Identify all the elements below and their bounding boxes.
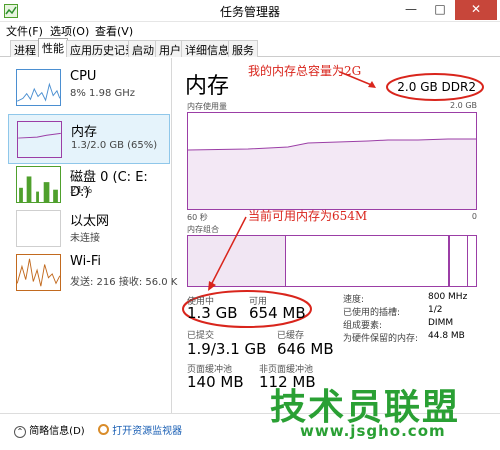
sidebar-item-cpu[interactable]: CPU 8% 1.98 GHz bbox=[8, 63, 170, 113]
reserved-value: 44.8 MB bbox=[428, 331, 465, 341]
chevron-up-icon: ⌃ bbox=[14, 426, 26, 438]
available-value: 654 MB bbox=[249, 304, 306, 322]
slots-value: 1/2 bbox=[428, 305, 443, 315]
menu-file[interactable]: 文件(F) bbox=[6, 23, 43, 39]
usage-max: 2.0 GB bbox=[450, 101, 477, 110]
in-use-value: 1.3 GB bbox=[187, 304, 238, 322]
cpu-thumbnail-graph bbox=[16, 69, 61, 106]
sidebar-item-wifi[interactable]: Wi-Fi 发送: 216 接收: 56.0 K bbox=[8, 248, 177, 298]
sidebar-memory-title: 内存 bbox=[71, 125, 98, 140]
time-end: 0 bbox=[471, 212, 477, 221]
paged-value: 140 MB bbox=[187, 373, 244, 391]
open-resource-monitor-link[interactable]: 打开资源监视器 bbox=[98, 422, 182, 437]
form-factor-label: 组成要素: bbox=[343, 321, 383, 331]
sidebar-cpu-sub: 8% 1.98 GHz bbox=[70, 88, 136, 99]
wifi-thumbnail-graph bbox=[16, 254, 61, 291]
memory-thumbnail-graph bbox=[17, 121, 62, 158]
sidebar-ethernet-title: 以太网 bbox=[70, 214, 110, 229]
menu-view[interactable]: 查看(V) bbox=[95, 23, 133, 39]
tab-strip: 进程 性能 应用历史记录 启动 用户 详细信息 服务 bbox=[0, 38, 500, 57]
minimize-button[interactable]: — bbox=[397, 0, 425, 20]
composition-modified bbox=[448, 236, 450, 286]
brief-info-label: 简略信息(D) bbox=[29, 426, 85, 437]
disk-thumbnail-graph bbox=[16, 166, 61, 203]
tab-details[interactable]: 详细信息 bbox=[181, 40, 233, 57]
resource-monitor-icon bbox=[98, 424, 109, 435]
sidebar-cpu-title: CPU bbox=[70, 69, 97, 84]
window-title: 任务管理器 bbox=[219, 5, 280, 19]
sidebar-wifi-sub: 发送: 216 接收: 56.0 K bbox=[70, 277, 178, 288]
speed-label: 速度: bbox=[343, 295, 365, 305]
sidebar-wifi-title: Wi-Fi bbox=[70, 254, 102, 269]
speed-value: 800 MHz bbox=[428, 292, 468, 302]
usage-label: 内存使用量 bbox=[187, 102, 227, 111]
resource-monitor-label: 打开资源监视器 bbox=[112, 426, 183, 437]
cached-value: 646 MB bbox=[277, 340, 334, 358]
menu-bar: 文件(F) 选项(O) 查看(V) bbox=[0, 22, 500, 38]
sidebar-item-ethernet[interactable]: 以太网 未连接 bbox=[8, 204, 170, 254]
annotation-available-arrow bbox=[208, 216, 247, 291]
reserved-label: 为硬件保留的内存: bbox=[343, 334, 419, 344]
title-bar: 任务管理器 — □ ✕ bbox=[0, 0, 500, 22]
form-factor-value: DIMM bbox=[428, 318, 454, 328]
memory-usage-line bbox=[187, 138, 476, 209]
tab-processes[interactable]: 进程 bbox=[10, 40, 40, 57]
memory-usage-graph bbox=[187, 112, 477, 210]
sidebar-memory-sub: 1.3/2.0 GB (65%) bbox=[71, 140, 158, 151]
annotation-total-arrow bbox=[339, 71, 376, 88]
sidebar-disk-sub: 21% bbox=[70, 185, 93, 196]
annotation-available: 当前可用内存为654M bbox=[248, 209, 368, 223]
sidebar: CPU 8% 1.98 GHz 内存 1.3/2.0 GB (65%) 磁盘 0… bbox=[0, 58, 177, 413]
maximize-button[interactable]: □ bbox=[426, 0, 454, 20]
watermark-url: www.jsgho.com bbox=[300, 422, 446, 440]
tab-performance[interactable]: 性能 bbox=[38, 38, 68, 57]
sidebar-item-disk[interactable]: 磁盘 0 (C: E: D:) 21% bbox=[8, 160, 170, 210]
menu-options[interactable]: 选项(O) bbox=[50, 23, 89, 39]
sidebar-ethernet-sub: 未连接 bbox=[70, 233, 100, 244]
memory-total: 2.0 GB DDR2 bbox=[397, 80, 476, 94]
ethernet-thumbnail-graph bbox=[16, 210, 61, 247]
brief-info-button[interactable]: ⌃ 简略信息(D) bbox=[14, 422, 85, 438]
slots-label: 已使用的插槽: bbox=[343, 308, 401, 318]
tab-services[interactable]: 服务 bbox=[228, 40, 258, 57]
page-title: 内存 bbox=[185, 74, 230, 99]
composition-standby bbox=[467, 236, 468, 286]
sidebar-item-memory[interactable]: 内存 1.3/2.0 GB (65%) bbox=[8, 114, 170, 164]
tab-startup[interactable]: 启动 bbox=[128, 40, 158, 57]
committed-value: 1.9/3.1 GB bbox=[187, 340, 267, 358]
close-button[interactable]: ✕ bbox=[455, 0, 497, 20]
